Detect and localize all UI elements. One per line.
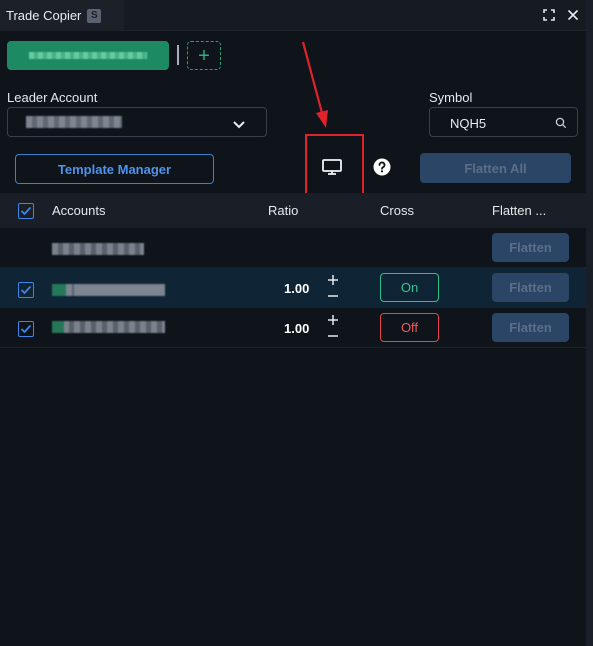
column-header-cross[interactable]: Cross — [380, 203, 414, 218]
plus-icon — [328, 315, 338, 337]
ratio-stepper[interactable] — [326, 273, 340, 303]
ratio-value: 1.00 — [284, 281, 310, 296]
symbol-label: Symbol — [429, 90, 473, 105]
table-header: Accounts Ratio Cross Flatten ... — [0, 193, 586, 228]
column-header-flatten[interactable]: Flatten ... — [492, 203, 546, 218]
expand-icon[interactable] — [543, 9, 555, 21]
template-manager-button[interactable]: Template Manager — [15, 154, 214, 184]
row-flatten-button[interactable]: Flatten — [492, 273, 569, 302]
account-name-redacted — [52, 284, 165, 296]
symbol-value: NQH5 — [450, 116, 487, 131]
column-header-ratio[interactable]: Ratio — [268, 203, 298, 218]
ratio-value: 1.00 — [284, 321, 310, 336]
help-icon[interactable] — [373, 158, 391, 181]
table-row[interactable]: 1.00 On Flatten — [0, 268, 586, 308]
leader-account-label: Leader Account — [7, 90, 98, 105]
select-all-checkbox[interactable] — [18, 203, 34, 219]
window-tab[interactable]: Trade Copier S — [0, 0, 124, 31]
account-name-redacted — [52, 243, 144, 255]
account-name-redacted — [52, 321, 165, 333]
search-icon[interactable] — [555, 116, 567, 134]
chevron-down-icon — [232, 117, 246, 135]
title-bar: Trade Copier S — [0, 0, 593, 31]
plus-icon — [328, 275, 338, 297]
column-header-accounts[interactable]: Accounts — [52, 203, 105, 218]
account-chip-label-redacted — [29, 52, 147, 59]
table-row[interactable]: Flatten — [0, 228, 586, 268]
row-checkbox[interactable] — [18, 282, 34, 298]
row-flatten-button[interactable]: Flatten — [492, 233, 569, 262]
chip-divider — [177, 45, 179, 65]
close-icon[interactable] — [567, 9, 579, 21]
window-controls — [543, 9, 579, 21]
flatten-all-button[interactable]: Flatten All — [420, 153, 571, 183]
ratio-stepper[interactable] — [326, 313, 340, 343]
leader-account-value-redacted — [26, 116, 122, 128]
scrollbar-track[interactable] — [586, 0, 593, 646]
row-checkbox[interactable] — [18, 321, 34, 337]
cross-toggle[interactable]: Off — [380, 313, 439, 342]
row-flatten-button[interactable]: Flatten — [492, 313, 569, 342]
highlight-annotation-box — [305, 134, 364, 195]
cross-toggle[interactable]: On — [380, 273, 439, 302]
leader-account-select[interactable] — [7, 107, 267, 137]
symbol-input[interactable]: NQH5 — [429, 107, 578, 137]
add-account-button[interactable]: + — [187, 41, 221, 70]
table-row[interactable]: 1.00 Off Flatten — [0, 308, 586, 348]
window-badge: S — [87, 8, 102, 23]
active-account-chip[interactable] — [7, 41, 169, 70]
window-title: Trade Copier — [6, 8, 82, 23]
